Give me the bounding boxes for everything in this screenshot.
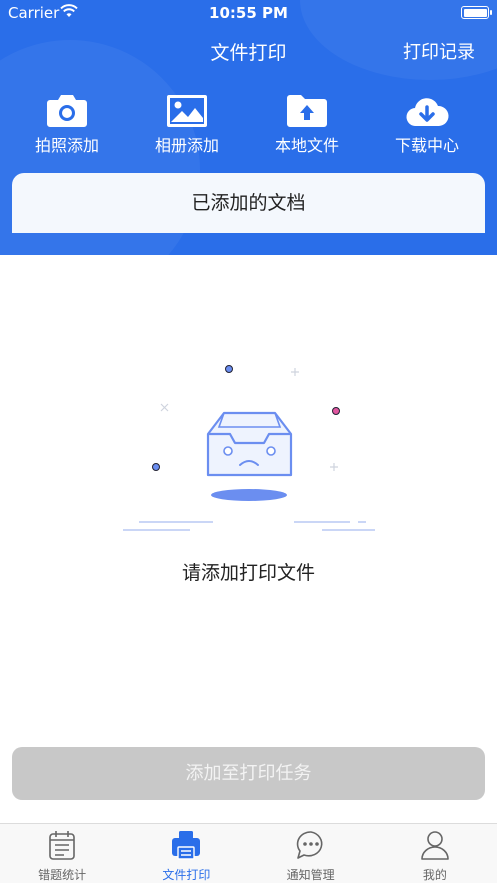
download-center-label: 下载中心 xyxy=(394,136,459,155)
status-bar: Carrier 10:55 PM xyxy=(0,0,497,26)
tab-label: 我的 xyxy=(422,868,447,882)
take-photo-button[interactable]: 拍照添加 xyxy=(7,90,127,160)
tab-label: 错题统计 xyxy=(38,868,87,882)
tab-notifications[interactable]: 通知管理 xyxy=(249,824,373,883)
add-actions: 拍照添加 相册添加 本地文件 下载中心 xyxy=(0,90,497,160)
added-documents-header: 已添加的文档 xyxy=(12,173,485,233)
print-history-link[interactable]: 打印记录 xyxy=(403,38,475,64)
notebook-icon xyxy=(0,824,124,860)
add-to-print-task-button[interactable]: 添加至打印任务 xyxy=(12,747,485,800)
take-photo-label: 拍照添加 xyxy=(34,136,99,155)
empty-inbox-illustration xyxy=(0,355,497,545)
local-file-label: 本地文件 xyxy=(274,136,339,155)
local-file-button[interactable]: 本地文件 xyxy=(247,90,367,160)
printer-icon xyxy=(124,824,248,860)
tab-profile[interactable]: 我的 xyxy=(373,824,497,883)
photo-album-icon xyxy=(127,90,247,128)
tab-bar: 错题统计 文件打印 通知管理 我的 xyxy=(0,823,497,883)
battery-icon xyxy=(461,6,492,19)
person-icon xyxy=(373,824,497,860)
tab-label: 通知管理 xyxy=(286,868,335,882)
tab-mistake-stats[interactable]: 错题统计 xyxy=(0,824,124,883)
cloud-download-icon xyxy=(367,90,487,128)
tab-label: 文件打印 xyxy=(162,868,211,882)
tab-file-print[interactable]: 文件打印 xyxy=(124,824,248,883)
chat-bubble-icon xyxy=(249,824,373,860)
album-add-label: 相册添加 xyxy=(154,136,219,155)
empty-state-message: 请添加打印文件 xyxy=(181,562,315,584)
camera-icon xyxy=(7,90,127,128)
album-add-button[interactable]: 相册添加 xyxy=(127,90,247,160)
clock: 10:55 PM xyxy=(209,4,288,22)
download-center-button[interactable]: 下载中心 xyxy=(367,90,487,160)
folder-upload-icon xyxy=(247,90,367,128)
